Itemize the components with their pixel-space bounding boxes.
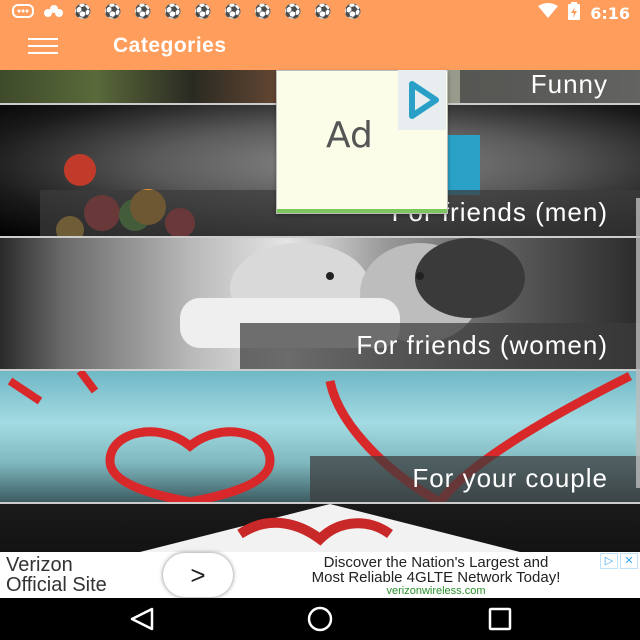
wifi-icon [538, 3, 559, 23]
close-icon[interactable]: ✕ [620, 553, 638, 569]
category-item-friends-women[interactable]: For friends (women) [0, 238, 640, 371]
ad-headline-line2: Most Reliable 4GLTE Network Today! [311, 569, 561, 586]
status-bar: ⚽ ⚽ ⚽ ⚽ ⚽ ⚽ ⚽ ⚽ ⚽ ⚽ 6:16 [0, 0, 640, 24]
soccer-icon: ⚽ [314, 3, 332, 19]
back-icon[interactable] [128, 606, 158, 632]
soccer-icon: ⚽ [194, 3, 212, 19]
recents-icon[interactable] [485, 606, 515, 632]
category-label: For your couple [412, 463, 608, 493]
notification-icons: ⚽ ⚽ ⚽ ⚽ ⚽ ⚽ ⚽ ⚽ ⚽ ⚽ [12, 3, 364, 19]
ad-brand-line1: Verizon [6, 554, 73, 576]
ad-headline: Discover the Nation's Largest and Most R… [236, 555, 636, 585]
shirt-image [446, 135, 480, 195]
category-label: For friends (women) [356, 330, 608, 360]
dots-icon [42, 3, 64, 19]
adchoices-icon[interactable]: ▷ [600, 553, 618, 569]
banner-ad[interactable]: Verizon Official Site > Discover the Nat… [0, 552, 640, 598]
messenger-icon [12, 3, 34, 19]
category-item-couple[interactable]: For your couple [0, 371, 640, 504]
home-icon[interactable] [305, 606, 335, 632]
ad-divider [277, 209, 447, 213]
soccer-icon: ⚽ [224, 3, 242, 19]
navigation-bar [0, 598, 640, 640]
ad-brand: Verizon Official Site [6, 555, 107, 595]
soccer-icon: ⚽ [164, 3, 182, 19]
soccer-icon: ⚽ [254, 3, 272, 19]
ad-headline-line1: Discover the Nation's Largest and [323, 554, 549, 571]
page-title: Categories [113, 34, 227, 57]
soccer-icon: ⚽ [134, 3, 152, 19]
soccer-icon: ⚽ [104, 3, 122, 19]
app-bar: Categories [0, 22, 640, 70]
category-item-next[interactable] [0, 504, 640, 552]
hamburger-menu-icon[interactable] [28, 38, 58, 54]
ad-brand-line2: Official Site [6, 574, 107, 596]
scrollbar[interactable] [636, 198, 640, 488]
ad-label: Ad [326, 115, 373, 156]
soccer-icon: ⚽ [284, 3, 302, 19]
ad-go-button[interactable]: > [163, 553, 233, 597]
soccer-icon: ⚽ [74, 3, 92, 19]
category-label: Funny [530, 70, 608, 99]
battery-icon [568, 2, 581, 24]
envelope-image [140, 504, 520, 552]
ad-url: verizonwireless.com [386, 585, 486, 597]
soccer-icon: ⚽ [344, 3, 362, 19]
play-triangle-logo-icon[interactable] [398, 70, 446, 130]
status-time: 6:16 [590, 3, 630, 23]
